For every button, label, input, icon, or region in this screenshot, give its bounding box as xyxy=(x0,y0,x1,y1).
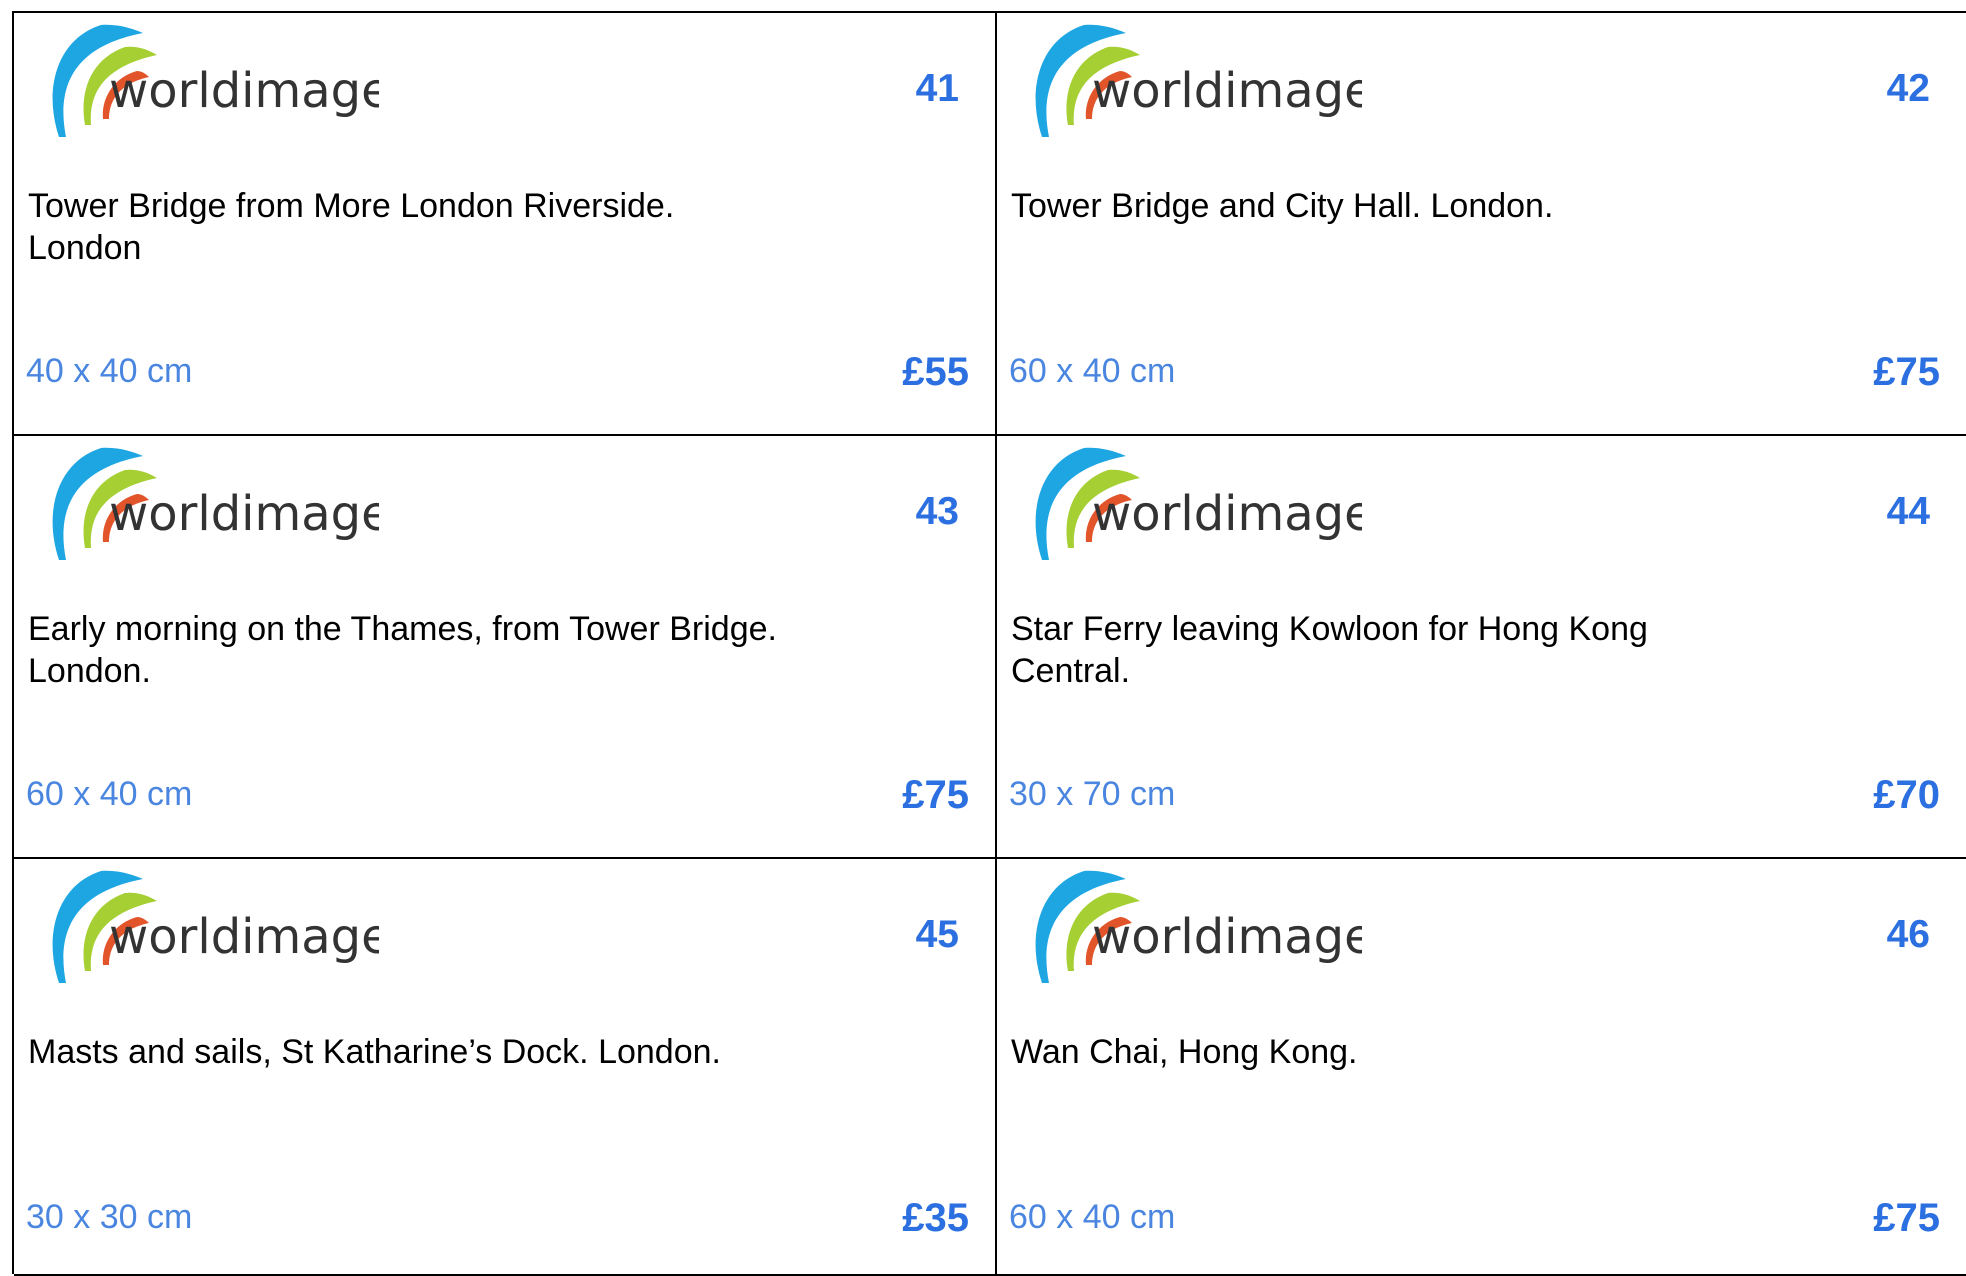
price-card: worldimage 45 Masts and sails, St Kathar… xyxy=(14,859,997,1276)
price: £35 xyxy=(902,1196,969,1240)
artwork-description: Masts and sails, St Katharine’s Dock. Lo… xyxy=(28,1033,721,1071)
price-card: worldimage 46 Wan Chai, Hong Kong. 60 x … xyxy=(997,859,1966,1276)
artwork-description: Wan Chai, Hong Kong. xyxy=(1011,1033,1358,1071)
lot-number: 45 xyxy=(915,913,959,956)
price-card: worldimage 44 Star Ferry leaving Kowloon… xyxy=(997,436,1966,859)
price-card: worldimage 43 Early morning on the Thame… xyxy=(14,436,997,859)
price-card: worldimage 41 Tower Bridge from More Lon… xyxy=(14,13,997,436)
price: £70 xyxy=(1873,773,1940,817)
rainbow-logo-icon: worldimage xyxy=(52,447,379,560)
brand-wordmark: worldimage xyxy=(1092,909,1362,965)
brand-wordmark: worldimage xyxy=(1092,486,1362,542)
lot-number: 43 xyxy=(915,490,959,533)
brand-wordmark: worldimage xyxy=(1092,63,1362,119)
worldimage-logo: worldimage xyxy=(1022,19,1362,137)
print-size: 60 x 40 cm xyxy=(1009,1198,1176,1236)
worldimage-logo: worldimage xyxy=(39,19,379,137)
brand-wordmark: worldimage xyxy=(109,486,379,542)
rainbow-logo-icon: worldimage xyxy=(52,24,379,137)
lot-number: 44 xyxy=(1886,490,1930,533)
price: £55 xyxy=(902,350,969,394)
print-size: 30 x 30 cm xyxy=(26,1198,193,1236)
rainbow-logo-icon: worldimage xyxy=(1035,24,1362,137)
lot-number: 46 xyxy=(1886,913,1930,956)
worldimage-logo: worldimage xyxy=(39,442,379,560)
rainbow-logo-icon: worldimage xyxy=(52,870,379,983)
worldimage-logo: worldimage xyxy=(1022,442,1362,560)
brand-wordmark: worldimage xyxy=(109,63,379,119)
artwork-description: Tower Bridge and City Hall. London. xyxy=(1011,187,1554,225)
worldimage-logo: worldimage xyxy=(39,865,379,983)
price: £75 xyxy=(1873,1196,1940,1240)
print-size: 60 x 40 cm xyxy=(26,775,193,813)
worldimage-logo: worldimage xyxy=(1022,865,1362,983)
price: £75 xyxy=(902,773,969,817)
rainbow-logo-icon: worldimage xyxy=(1035,447,1362,560)
artwork-description: Star Ferry leaving Kowloon for Hong Kong… xyxy=(1011,610,1648,690)
print-size: 60 x 40 cm xyxy=(1009,352,1176,390)
print-size: 30 x 70 cm xyxy=(1009,775,1176,813)
artwork-description: Tower Bridge from More London Riverside.… xyxy=(28,187,675,267)
price-card: worldimage 42 Tower Bridge and City Hall… xyxy=(997,13,1966,436)
price-label-sheet: worldimage 41 Tower Bridge from More Lon… xyxy=(12,11,1966,1276)
price: £75 xyxy=(1873,350,1940,394)
brand-wordmark: worldimage xyxy=(109,909,379,965)
lot-number: 42 xyxy=(1886,67,1930,110)
lot-number: 41 xyxy=(915,67,959,110)
rainbow-logo-icon: worldimage xyxy=(1035,870,1362,983)
artwork-description: Early morning on the Thames, from Tower … xyxy=(28,610,777,690)
print-size: 40 x 40 cm xyxy=(26,352,193,390)
